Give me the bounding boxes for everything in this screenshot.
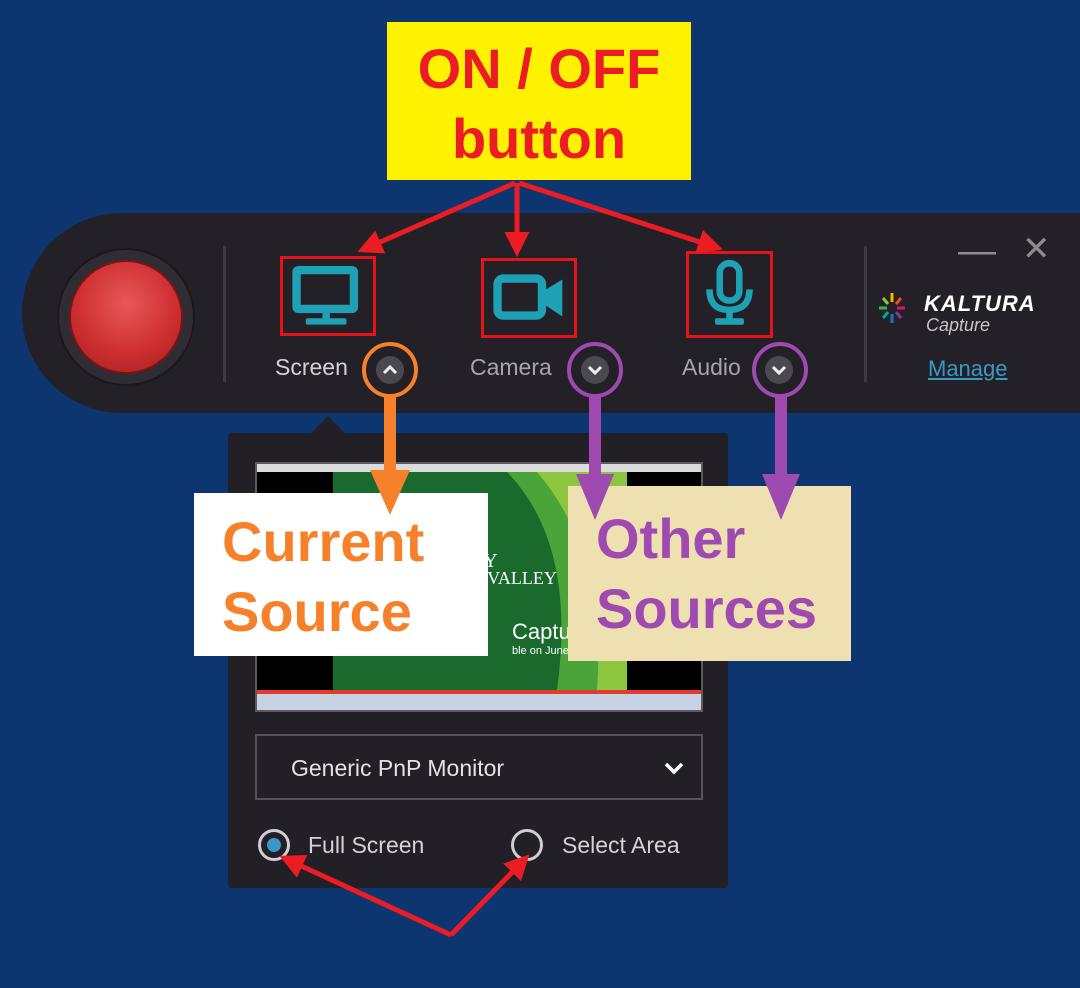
chevron-down-icon — [587, 365, 603, 376]
video-camera-icon — [493, 274, 563, 320]
on-off-callout-line1: ON / OFF — [417, 37, 661, 100]
select-area-label[interactable]: Select Area — [562, 832, 680, 859]
chevron-up-icon — [382, 364, 398, 375]
toolbar-separator — [223, 246, 226, 382]
camera-source-chevron[interactable] — [581, 356, 609, 384]
audio-label: Audio — [682, 354, 741, 380]
microphone-icon — [706, 260, 753, 325]
camera-toggle-button[interactable] — [481, 258, 577, 338]
on-off-callout-line2: button — [451, 107, 627, 170]
panel-pointer — [310, 416, 346, 434]
kaltura-logo-icon — [879, 293, 905, 323]
select-area-radio[interactable] — [511, 829, 543, 861]
other-sources-callout: Other Sources — [568, 486, 851, 661]
full-screen-label[interactable]: Full Screen — [308, 832, 424, 859]
other-sources-line2: Sources — [596, 577, 817, 640]
chevron-down-icon — [664, 762, 684, 775]
full-screen-radio[interactable] — [258, 829, 290, 861]
screen-source-chevron[interactable] — [376, 356, 404, 384]
manage-link[interactable]: Manage — [928, 356, 1008, 382]
current-source-line2: Source — [222, 580, 412, 643]
close-button[interactable]: ✕ — [1022, 232, 1051, 266]
other-sources-line1: Other — [596, 507, 746, 570]
preview-text-line3: Captu — [512, 619, 571, 644]
camera-label: Camera — [470, 354, 552, 380]
monitor-select-value: Generic PnP Monitor — [291, 755, 505, 781]
minimize-button[interactable]: — — [958, 232, 996, 270]
record-button[interactable] — [69, 260, 183, 374]
brand-product: Capture — [926, 315, 991, 335]
current-source-line1: Current — [222, 510, 425, 573]
chevron-down-icon — [771, 365, 787, 376]
toolbar-separator — [864, 246, 867, 382]
screen-label: Screen — [275, 354, 348, 380]
monitor-icon — [292, 265, 359, 325]
audio-source-chevron[interactable] — [765, 356, 793, 384]
audio-toggle-button[interactable] — [686, 251, 773, 338]
on-off-callout: ON / OFF button — [387, 22, 691, 180]
radio-selected-dot — [267, 838, 281, 852]
current-source-callout: Current Source — [194, 493, 488, 656]
screen-toggle-button[interactable] — [280, 256, 376, 336]
monitor-select-dropdown[interactable]: Generic PnP Monitor — [255, 734, 703, 800]
brand-name: KALTURA — [924, 291, 1036, 316]
